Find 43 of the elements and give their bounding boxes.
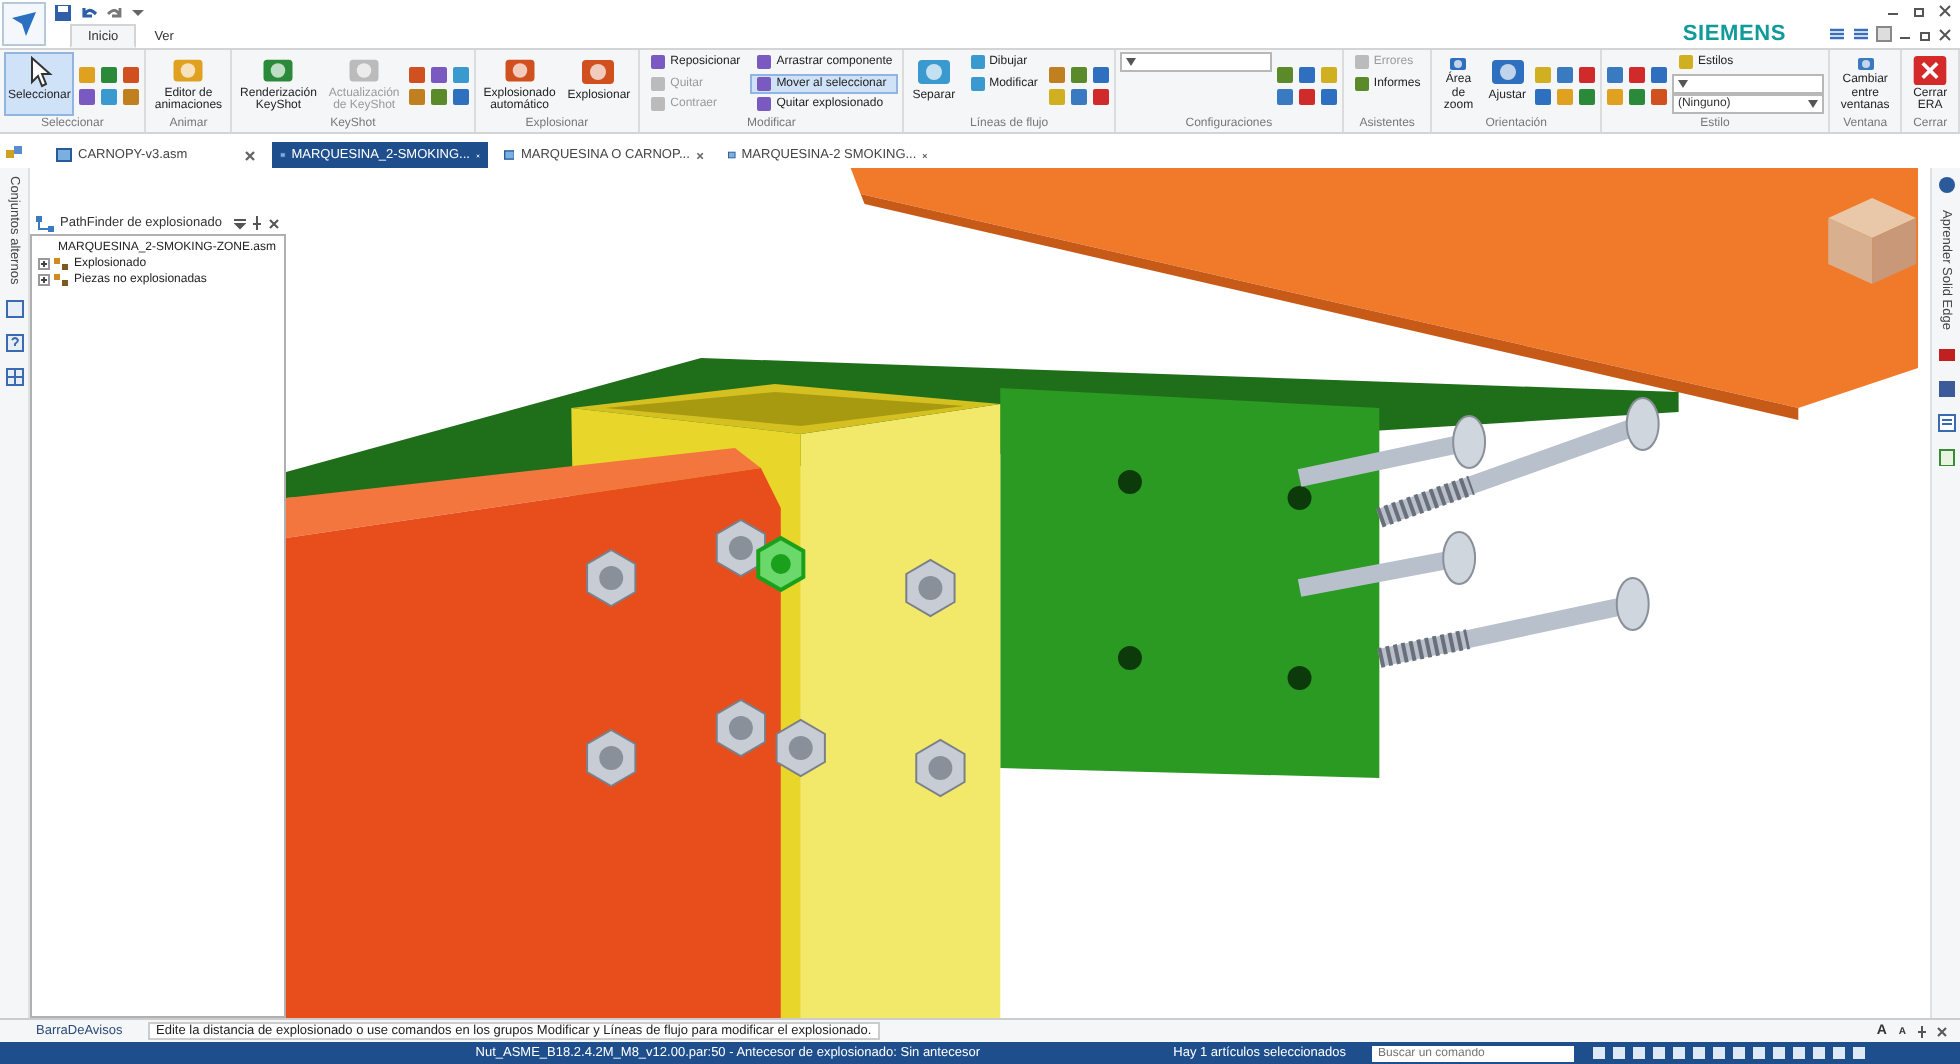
document-icon bbox=[728, 148, 736, 163]
clipboard-icon[interactable] bbox=[1937, 448, 1955, 467]
layout-icon[interactable] bbox=[1828, 26, 1846, 42]
caret-icon bbox=[1677, 79, 1688, 88]
tool-icon bbox=[915, 56, 952, 88]
dropdown-field[interactable] bbox=[1119, 52, 1272, 73]
dropdown-field[interactable] bbox=[1671, 73, 1824, 94]
grid-icon[interactable] bbox=[5, 368, 23, 387]
redo-icon[interactable] bbox=[106, 3, 124, 21]
close-icon[interactable] bbox=[268, 217, 280, 230]
brand-logo: SIEMENS bbox=[1682, 22, 1786, 46]
tool-icon bbox=[346, 56, 383, 85]
close-icon[interactable] bbox=[1938, 27, 1952, 41]
app-logo-icon bbox=[8, 10, 40, 38]
document-icon bbox=[56, 148, 72, 163]
undo-icon[interactable] bbox=[80, 3, 98, 21]
help-icon[interactable] bbox=[1876, 26, 1892, 42]
close-icon[interactable] bbox=[1938, 3, 1952, 17]
close-icon[interactable] bbox=[695, 149, 704, 162]
document-icon bbox=[504, 148, 515, 163]
close-icon bbox=[1912, 56, 1949, 85]
close-icon[interactable] bbox=[244, 149, 256, 162]
expander-icon[interactable] bbox=[38, 274, 50, 287]
tool-icon bbox=[1489, 56, 1526, 88]
dropdown-icon[interactable] bbox=[234, 217, 246, 230]
layout-icon[interactable] bbox=[1852, 26, 1870, 42]
app-menu-button[interactable] bbox=[2, 2, 46, 46]
list-icon[interactable] bbox=[1937, 414, 1955, 433]
tool-icon bbox=[501, 56, 538, 85]
caret-icon bbox=[1807, 100, 1818, 109]
close-icon[interactable] bbox=[1936, 1025, 1948, 1038]
tool-icon bbox=[170, 56, 207, 85]
save-icon[interactable] bbox=[54, 3, 72, 21]
tree-icon bbox=[36, 215, 54, 232]
expander-icon[interactable] bbox=[38, 258, 50, 271]
help-icon[interactable] bbox=[5, 334, 23, 353]
pin-icon[interactable] bbox=[252, 216, 262, 231]
cursor-icon bbox=[25, 56, 54, 88]
pin-icon[interactable] bbox=[1916, 1025, 1928, 1038]
tool-icon bbox=[260, 56, 297, 85]
caret-icon bbox=[1125, 58, 1136, 67]
tool-icon bbox=[580, 56, 617, 88]
caret-icon[interactable] bbox=[132, 6, 144, 18]
